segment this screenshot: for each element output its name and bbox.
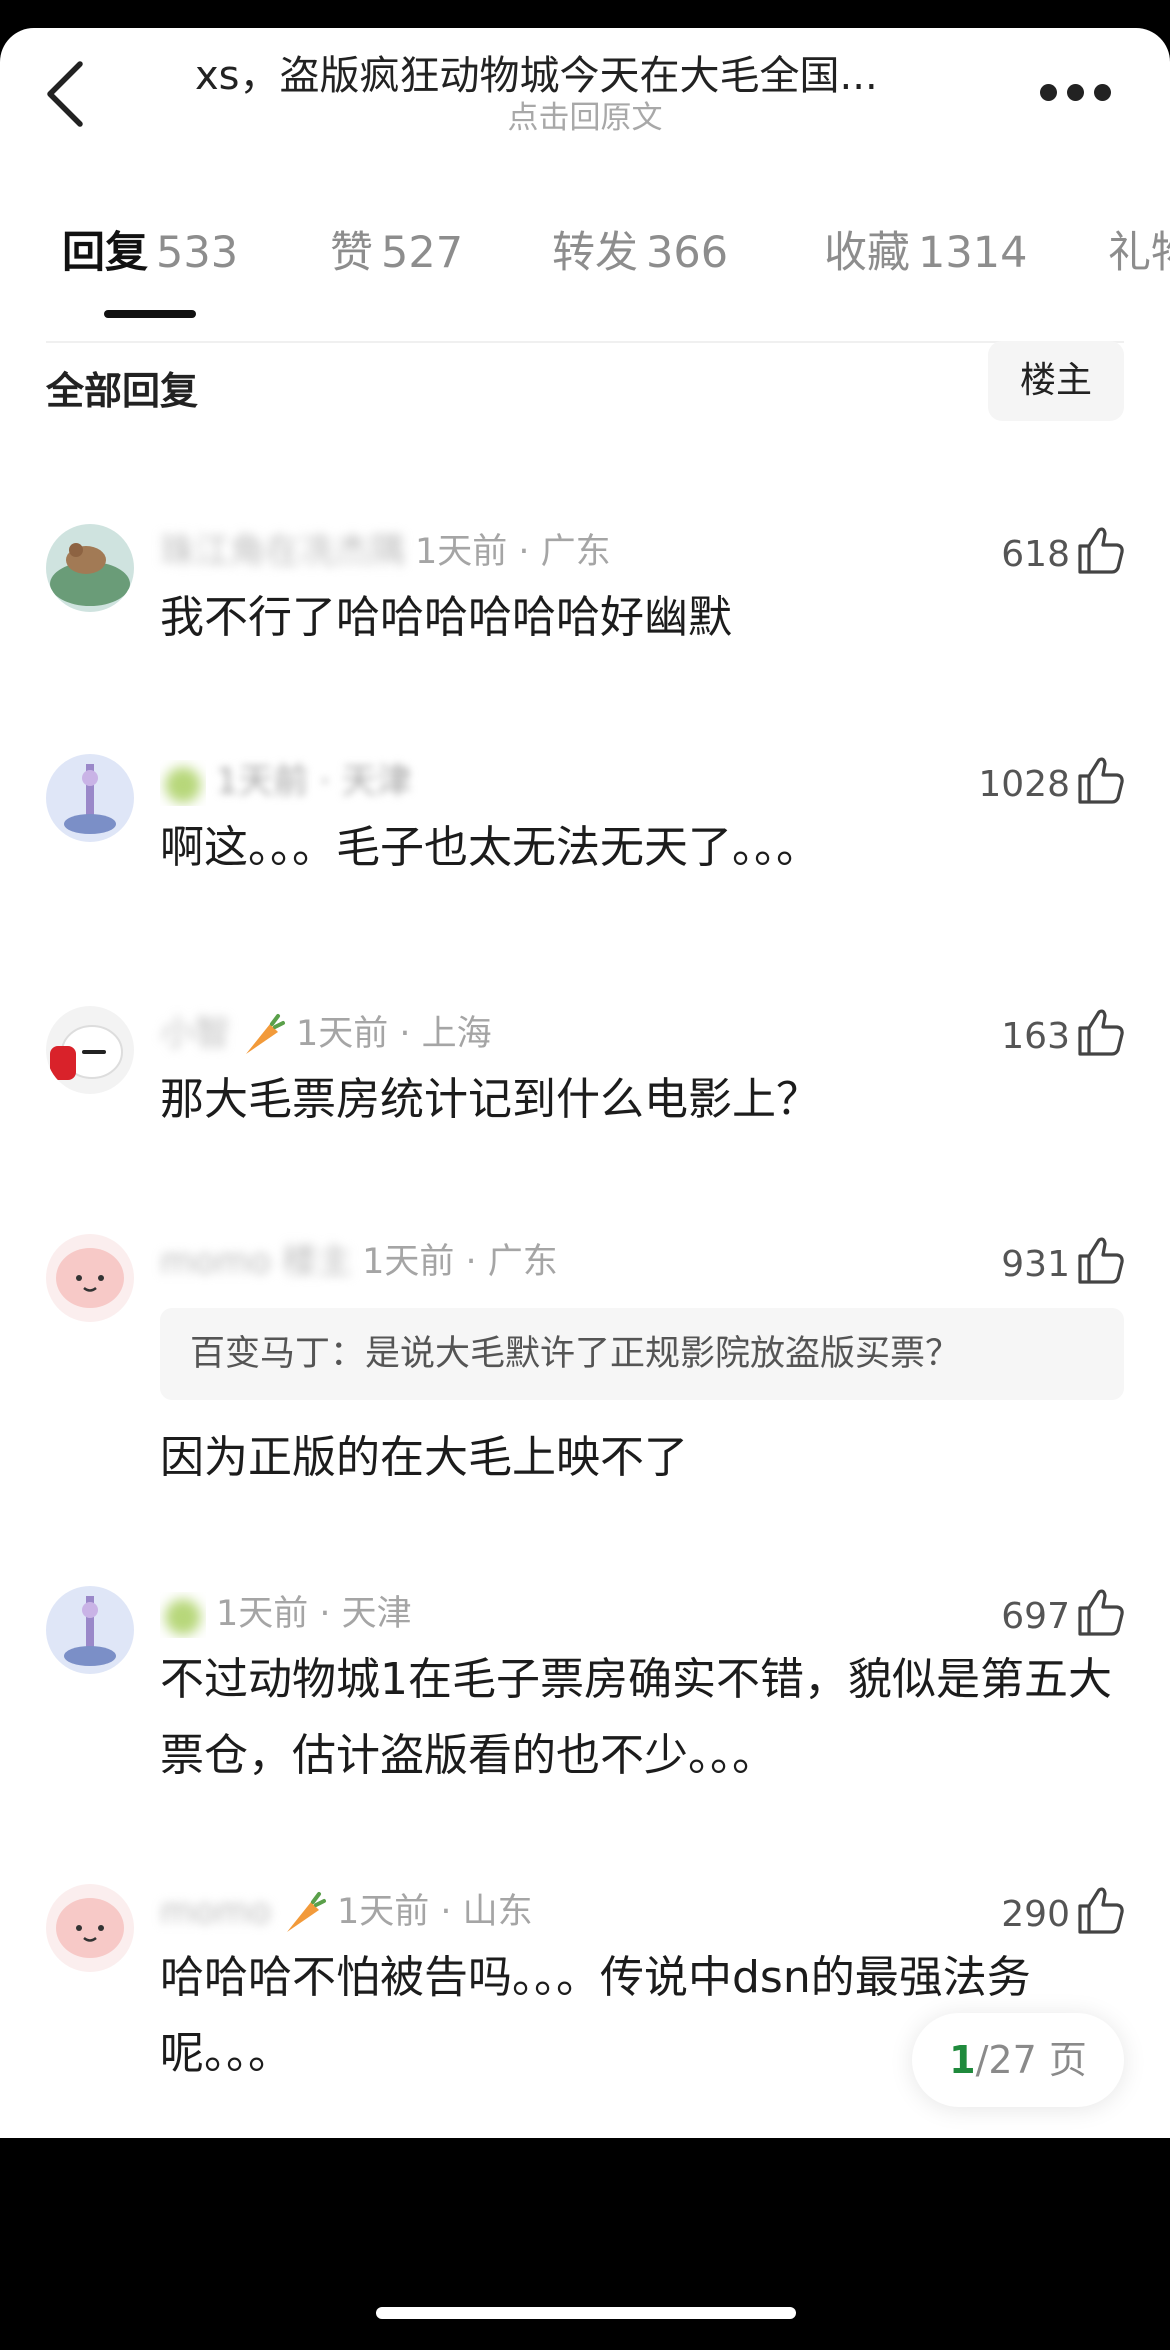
like-count: 931 (1001, 1244, 1070, 1285)
thumbs-up-icon (1078, 1887, 1124, 1934)
more-dots-icon (1040, 84, 1057, 101)
tab-label: 回复 (62, 228, 148, 278)
comment-item: momo 楼主 1天前 · 广东 931 百变马丁：是说大毛默许了正规影院放盗版买… (0, 1234, 1170, 1504)
comment-text: 因为正版的在大毛上映不了 (160, 1432, 688, 1483)
tab-label: 礼物 (1108, 228, 1170, 278)
back-to-original-link[interactable]: 点击回原文 (0, 98, 1170, 138)
page-indicator[interactable]: 1/27 页 (912, 2013, 1124, 2107)
phone-screen: xs，盗版疯狂动物城今天在大毛全国... 点击回原文 回复 533 赞 527 转发… (0, 0, 1170, 2350)
total-pages: /27 页 (975, 2038, 1087, 2082)
avatar[interactable] (46, 1234, 134, 1322)
comment-meta: 1天前 · 天津 (160, 1586, 412, 1642)
avatar[interactable] (46, 1586, 134, 1674)
like-count: 1028 (978, 764, 1070, 805)
like-count: 290 (1001, 1894, 1070, 1935)
nickname[interactable]: 小智 (160, 1006, 230, 1062)
time-location: 1天前 · 广东 (362, 1242, 558, 1282)
tab-favorites[interactable]: 收藏 1314 (824, 223, 1027, 283)
time-location: 1天前 · 上海 (296, 1014, 492, 1054)
comment-meta: momo 1天前 · 山东 (160, 1884, 533, 1940)
like-count: 618 (1001, 534, 1070, 575)
thumbs-up-icon (1078, 527, 1124, 574)
comment-item: 1天前 · 天津 697 不过动物城1在毛子票房确实不错，貌似是第五大票仓，估计… (0, 1586, 1170, 1806)
comment-text: 啊这。。。毛子也太无法无天了。。。 (160, 822, 820, 873)
tab-gifts[interactable]: 礼物 (1108, 223, 1170, 283)
nickname[interactable]: momo (160, 1884, 271, 1940)
section-title: 全部回复 (46, 363, 198, 419)
time-location: 1天前 · 天津 (216, 762, 412, 802)
fruit-badge-icon (165, 767, 201, 803)
time-location: 1天前 · 广东 (415, 532, 611, 572)
like-count: 697 (1001, 1596, 1070, 1637)
like-button[interactable]: 697 (1001, 1586, 1126, 1642)
top-bar: xs，盗版疯狂动物城今天在大毛全国... 点击回原文 (0, 28, 1170, 168)
comment-meta: 珠江角在冼杰隅 1天前 · 广东 (160, 524, 611, 580)
avatar-image (46, 1884, 134, 1972)
carrot-badge-icon (246, 1014, 286, 1054)
section-title-text: 全部回复 (46, 369, 199, 413)
avatar[interactable] (46, 754, 134, 842)
comment-text: 那大毛票房统计记到什么电影上？ (160, 1074, 820, 1125)
thumbs-up-icon (1078, 1009, 1124, 1056)
avatar-image (46, 1234, 134, 1322)
avatar[interactable] (46, 1006, 134, 1094)
more-dot (1094, 84, 1111, 101)
comment-meta: momo 楼主 1天前 · 广东 (160, 1234, 558, 1290)
more-button[interactable] (1040, 84, 1112, 108)
tab-count: 533 (156, 228, 239, 278)
tab-label: 收藏 (824, 228, 910, 278)
like-button[interactable]: 1028 (978, 754, 1126, 810)
owner-only-button[interactable]: 楼主 (988, 341, 1124, 421)
fruit-badge-icon (165, 1599, 201, 1635)
comment-page: xs，盗版疯狂动物城今天在大毛全国... 点击回原文 回复 533 赞 527 转发… (0, 28, 1170, 2138)
time-location: 1天前 · 山东 (337, 1892, 533, 1932)
tab-count: 366 (646, 228, 729, 278)
nickname[interactable]: 珠江角在冼杰隅 (160, 524, 405, 580)
tab-label: 转发 (552, 228, 638, 278)
avatar[interactable] (46, 1884, 134, 1972)
carrot-badge-icon (287, 1892, 327, 1932)
thumbs-up-icon (1078, 1589, 1124, 1636)
comment-text: 不过动物城1在毛子票房确实不错，貌似是第五大票仓，估计盗版看的也不少。。。 (160, 1654, 1112, 1781)
comment-text: 我不行了哈哈哈哈哈哈好幽默 (160, 592, 732, 643)
comment-meta: 1天前 · 天津 (160, 754, 412, 810)
tab-likes[interactable]: 赞 527 (330, 223, 463, 283)
like-button[interactable]: 618 (1001, 524, 1126, 580)
tab-count: 1314 (918, 228, 1028, 278)
home-indicator[interactable] (376, 2307, 796, 2319)
avatar[interactable] (46, 524, 134, 612)
tab-count: 527 (381, 228, 464, 278)
like-count: 163 (1001, 1016, 1070, 1057)
current-page: 1 (949, 2038, 976, 2082)
thumbs-up-icon (1078, 1237, 1124, 1284)
comment-item: 珠江角在冼杰隅 1天前 · 广东 618 我不行了哈哈哈哈哈哈好幽默 (0, 524, 1170, 674)
avatar-image (46, 1006, 134, 1094)
like-button[interactable]: 931 (1001, 1234, 1126, 1290)
like-button[interactable]: 163 (1001, 1006, 1126, 1062)
tab-label: 赞 (330, 228, 373, 278)
divider (46, 341, 1124, 343)
more-dot (1067, 84, 1084, 101)
tab-reposts[interactable]: 转发 366 (552, 223, 728, 283)
thumbs-up-icon (1078, 757, 1124, 804)
active-tab-indicator (104, 310, 196, 318)
tab-bar: 回复533 赞527 转发366 收藏1314 礼物 (0, 223, 1170, 323)
post-title[interactable]: xs，盗版疯狂动物城今天在大毛全国... (195, 50, 985, 102)
nickname[interactable]: momo 楼主 (160, 1234, 352, 1290)
comment-item: 1天前 · 天津 1028 啊这。。。毛子也太无法无天了。。。 (0, 754, 1170, 904)
avatar-image (46, 1586, 134, 1674)
like-button[interactable]: 290 (1001, 1884, 1126, 1940)
time-location: 1天前 · 天津 (216, 1594, 412, 1634)
quoted-reply[interactable]: 百变马丁：是说大毛默许了正规影院放盗版买票？ (160, 1308, 1124, 1400)
avatar-image (46, 524, 134, 612)
avatar-image (46, 754, 134, 842)
comment-item: 小智 1天前 · 上海 163 那大毛票房统计记到什么电影上？ (0, 1006, 1170, 1156)
comment-meta: 小智 1天前 · 上海 (160, 1006, 492, 1062)
tab-replies[interactable]: 回复 533 (62, 223, 238, 283)
